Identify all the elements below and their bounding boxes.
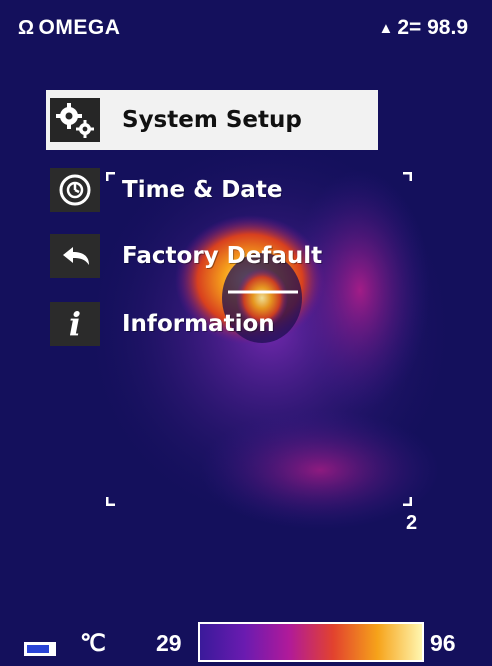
omega-logo-mark: Ω [18,16,35,39]
roi-corner-bottom-left [106,497,115,506]
bottom-bar: ℃ 29 96 [0,612,492,666]
menu-item-time-date[interactable]: Time & Date [46,160,378,220]
return-arrow-icon [50,234,100,278]
info-icon-glyph: i [68,305,82,343]
scale-min-value: 29 [156,630,182,656]
spot-readout: ▲ 2= 98.9 [378,16,468,40]
menu-item-label: Time & Date [122,177,283,203]
omega-logo: Ω OMEGA [18,16,120,40]
color-scale-bar [198,622,424,662]
spot-readout-value: 2= 98.9 [397,16,468,39]
clock-icon [50,168,100,212]
menu-item-label: Information [122,311,275,337]
roi-corner-bottom-right [403,497,412,506]
scale-max-value: 96 [430,630,456,656]
omega-logo-text: OMEGA [38,16,121,39]
menu-item-system-setup[interactable]: System Setup [46,90,378,150]
roi-corner-top-right [403,172,412,181]
battery-icon [24,642,56,656]
temperature-unit: ℃ [80,630,106,656]
top-bar: Ω OMEGA ▲ 2= 98.9 [0,0,492,52]
info-icon: i [50,302,100,346]
menu-item-information[interactable]: i Information [46,294,378,354]
roi-corner-top-left [106,172,115,181]
menu-item-label: Factory Default [122,243,323,269]
spot-marker-label: 2 [406,512,418,534]
menu-item-factory-default[interactable]: Factory Default [46,226,378,286]
triangle-marker-icon: ▲ [378,19,394,37]
gears-icon [50,98,100,142]
menu-item-label: System Setup [122,107,302,133]
